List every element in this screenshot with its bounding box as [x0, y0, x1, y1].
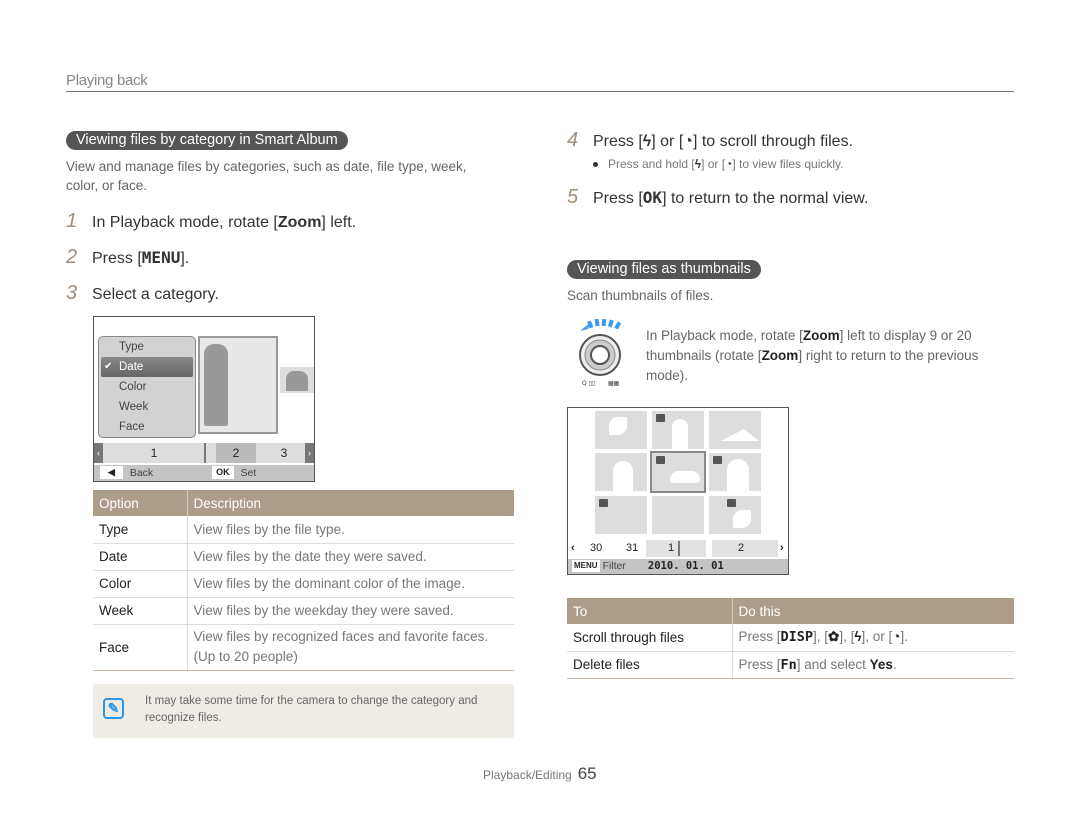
page-divider — [204, 443, 206, 463]
menu-item-week[interactable]: Week — [99, 397, 195, 417]
category-menu: Type ✔ Date Color Week Face — [98, 336, 196, 438]
flash-icon: ϟ — [854, 629, 862, 645]
bullet-hold: Press and hold [ϟ] or [◔] to view files … — [593, 157, 844, 171]
table-row: Date View files by the date they were sav… — [93, 543, 514, 571]
actions-table: To Do this Scroll through files Press [D… — [567, 598, 1014, 679]
footer-label: Playback/Editing — [483, 768, 572, 782]
page-number: 65 — [577, 764, 597, 783]
section-title: Playing back — [66, 72, 148, 89]
step-4: 4 Press [ϟ] or [◔] to scroll through fil… — [567, 129, 854, 151]
ok-key-icon[interactable]: OK — [212, 466, 234, 479]
people-silhouette — [286, 371, 308, 391]
svg-text:Q ▯▯: Q ▯▯ — [582, 380, 595, 387]
table-row: Scroll through files Press [DISP], [✿], … — [567, 624, 1014, 652]
video-icon — [727, 499, 736, 507]
heading-thumbnails: Viewing files as thumbnails — [567, 260, 761, 279]
camera-screen-thumbnails: ‹ 30 31 1 2 › MENU Filter 2010. 01. 01 — [567, 407, 789, 575]
menu-item-color[interactable]: Color — [99, 377, 195, 397]
table-row: Face View files by recognized faces and f… — [93, 624, 514, 671]
photo-next-preview — [280, 367, 314, 393]
thumbnail[interactable] — [595, 453, 647, 491]
page-nav: ‹ 1 2 3 › — [94, 443, 314, 463]
thumbnail[interactable] — [595, 496, 647, 534]
video-icon — [713, 456, 722, 464]
menu-item-type[interactable]: Type — [99, 337, 195, 357]
photo-preview — [198, 336, 278, 434]
page-1[interactable]: 1 — [104, 443, 204, 463]
current-date: 2010. 01. 01 — [647, 560, 724, 572]
camera-footer: ◀ Back OK Set — [94, 465, 314, 481]
chevron-left-icon[interactable]: ‹ — [94, 443, 103, 463]
flash-icon: ϟ — [642, 133, 652, 150]
note-text: It may take some time for the camera to … — [145, 695, 478, 724]
table-row: Color View files by the dominant color of… — [93, 570, 514, 598]
page-footer: Playback/Editing 65 — [483, 764, 597, 784]
section-divider — [66, 91, 1014, 92]
check-icon: ✔ — [104, 361, 113, 372]
page-2[interactable]: 2 — [216, 443, 256, 463]
step-5: 5 Press [OK] to return to the normal vie… — [567, 186, 869, 208]
menu-item-date[interactable]: ✔ Date — [101, 357, 193, 377]
chevron-right-icon[interactable]: › — [305, 443, 314, 463]
thumbnail[interactable] — [652, 411, 704, 449]
camera-screen-smart-album: Type ✔ Date Color Week Face ‹ 1 2 3 › ◀ B… — [93, 316, 315, 482]
zoom-dial-icon: Q ▯▯ ▦▦ — [579, 318, 622, 387]
table-row: Type View files by the file type. — [93, 516, 514, 544]
thumbnail[interactable] — [709, 496, 761, 534]
note-box: ✎ It may take some time for the camera t… — [93, 684, 514, 738]
chevron-right-icon[interactable]: › — [780, 540, 784, 557]
options-table: Option Description Type View files by the… — [93, 490, 514, 671]
col-description: Description — [186, 490, 514, 516]
current-date-marker — [678, 541, 680, 556]
thumbnails-description: In Playback mode, rotate [Zoom] left to … — [646, 328, 979, 383]
macro-icon: ✿ — [828, 629, 840, 645]
thumbnail[interactable] — [709, 453, 761, 491]
thumbnail[interactable] — [652, 496, 704, 534]
table-row: Delete files Press [Fn] and select Yes. — [567, 651, 1014, 679]
step-1: 1 In Playback mode, rotate [Zoom] left. — [66, 210, 357, 232]
chevron-left-icon[interactable]: ‹ — [571, 540, 575, 557]
camera-footer: MENU Filter 2010. 01. 01 — [568, 559, 788, 574]
svg-text:▦▦: ▦▦ — [608, 380, 620, 387]
bullet-dot — [593, 162, 598, 168]
video-icon — [656, 456, 665, 464]
voice-memo-icon — [599, 499, 608, 507]
col-do-this: Do this — [731, 598, 1014, 624]
note-icon: ✎ — [103, 698, 124, 719]
step-3: 3 Select a category. — [66, 282, 219, 304]
menu-item-face[interactable]: Face — [99, 417, 195, 437]
step-2: 2 Press [MENU]. — [66, 246, 190, 268]
col-option: Option — [93, 490, 187, 516]
person-silhouette — [204, 344, 228, 426]
table-row: Week View files by the weekday they were … — [93, 597, 514, 625]
smart-album-intro: View and manage files by categories, suc… — [66, 159, 467, 193]
video-icon — [656, 414, 665, 422]
thumbnail[interactable] — [595, 411, 647, 449]
menu-key-icon[interactable]: MENU — [572, 560, 600, 572]
col-to: To — [567, 598, 732, 624]
date-nav: ‹ 30 31 1 2 › — [568, 540, 788, 557]
thumbnail-selected[interactable] — [650, 451, 706, 493]
thumbnail[interactable] — [709, 411, 761, 449]
heading-smart-album: Viewing files by category in Smart Album — [66, 131, 348, 150]
timer-icon: ◔ — [683, 133, 693, 150]
page-3[interactable]: 3 — [266, 443, 302, 463]
thumbnails-intro: Scan thumbnails of files. — [567, 288, 714, 303]
back-arrow-icon[interactable]: ◀ — [100, 466, 123, 479]
